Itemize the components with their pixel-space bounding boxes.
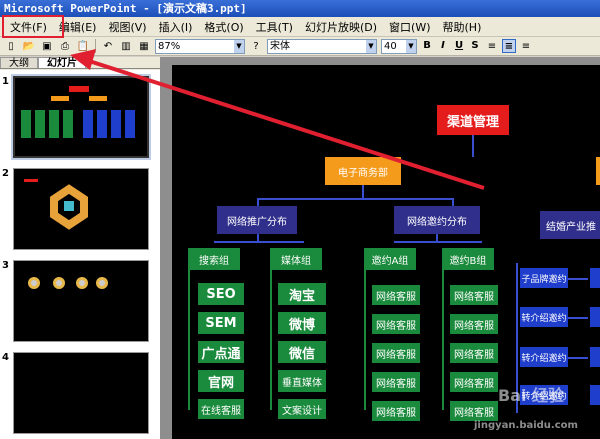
baidu-logo: Bai 经验	[498, 386, 565, 405]
watermark-url: jingyan.baidu.com	[474, 420, 578, 431]
annotation-arrow	[70, 49, 485, 190]
